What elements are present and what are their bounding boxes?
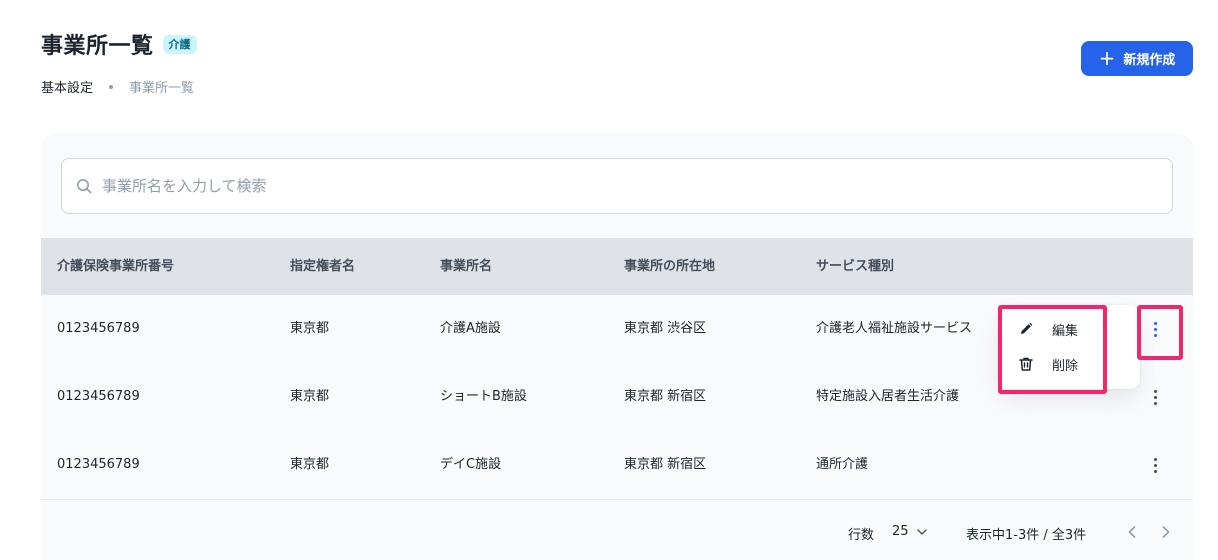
column-header-designator[interactable]: 指定権者名 — [290, 238, 355, 295]
rows-per-page-select[interactable]: 25 — [892, 524, 927, 539]
cell-office-name: 介護A施設 — [440, 321, 501, 336]
search-input[interactable] — [102, 177, 1002, 195]
cell-service-type: 介護老人福祉施設サービス — [816, 321, 973, 336]
pagination-range: 表示中1-3件 / 全3件 — [966, 528, 1087, 543]
plus-icon: + — [1098, 45, 1116, 70]
search-icon — [77, 179, 92, 194]
breadcrumb: 基本設定 事業所一覧 — [41, 77, 197, 96]
table-header: 介護保険事業所番号 指定権者名 事業所名 事業所の所在地 サービス種別 — [41, 238, 1193, 295]
category-badge: 介護 — [162, 34, 197, 54]
next-page-button[interactable] — [1154, 520, 1178, 544]
breadcrumb-item-basic-settings[interactable]: 基本設定 — [41, 77, 93, 96]
kebab-highlight-frame — [1137, 305, 1183, 360]
create-button-label: 新規作成 — [1123, 53, 1176, 68]
more-actions-icon[interactable] — [1145, 455, 1165, 475]
breadcrumb-separator — [109, 84, 114, 89]
column-header-office-name[interactable]: 事業所名 — [440, 238, 492, 295]
more-actions-icon[interactable] — [1145, 387, 1165, 407]
cell-designator: 東京都 — [290, 321, 330, 336]
search-box — [61, 158, 1173, 214]
column-header-location[interactable]: 事業所の所在地 — [624, 238, 715, 295]
table-row[interactable]: 0123456789 東京都 デイC施設 東京都 新宿区 通所介護 — [41, 431, 1193, 499]
rows-per-page-label: 行数 — [848, 528, 875, 543]
page-title: 事業所一覧 — [41, 34, 154, 59]
chevron-left-icon — [1128, 526, 1136, 538]
cell-office-name: ショートB施設 — [440, 389, 527, 404]
cell-designator: 東京都 — [290, 389, 330, 404]
chevron-right-icon — [1162, 526, 1170, 538]
cell-location: 東京都 渋谷区 — [624, 321, 707, 336]
cell-designator: 東京都 — [290, 457, 330, 472]
create-button[interactable]: + 新規作成 — [1081, 41, 1193, 76]
cell-location: 東京都 新宿区 — [624, 457, 707, 472]
page-header: 事業所一覧 介護 基本設定 事業所一覧 — [41, 28, 197, 96]
previous-page-button[interactable] — [1120, 520, 1144, 544]
cell-office-name: デイC施設 — [440, 457, 502, 472]
menu-highlight-frame — [998, 305, 1107, 394]
cell-service-type: 通所介護 — [816, 457, 869, 472]
breadcrumb-item-current: 事業所一覧 — [129, 81, 195, 96]
pagination-bar: 行数 25 表示中1-3件 / 全3件 — [41, 500, 1193, 560]
cell-office-number: 0123456789 — [57, 389, 140, 404]
cell-location: 東京都 新宿区 — [624, 389, 707, 404]
cell-office-number: 0123456789 — [57, 321, 140, 336]
cell-office-number: 0123456789 — [57, 457, 140, 472]
rows-per-page-value: 25 — [892, 524, 909, 539]
cell-service-type: 特定施設入居者生活介護 — [816, 389, 960, 404]
column-header-office-number[interactable]: 介護保険事業所番号 — [57, 238, 174, 295]
chevron-down-icon — [916, 528, 927, 535]
column-header-service-type[interactable]: サービス種別 — [816, 238, 894, 295]
